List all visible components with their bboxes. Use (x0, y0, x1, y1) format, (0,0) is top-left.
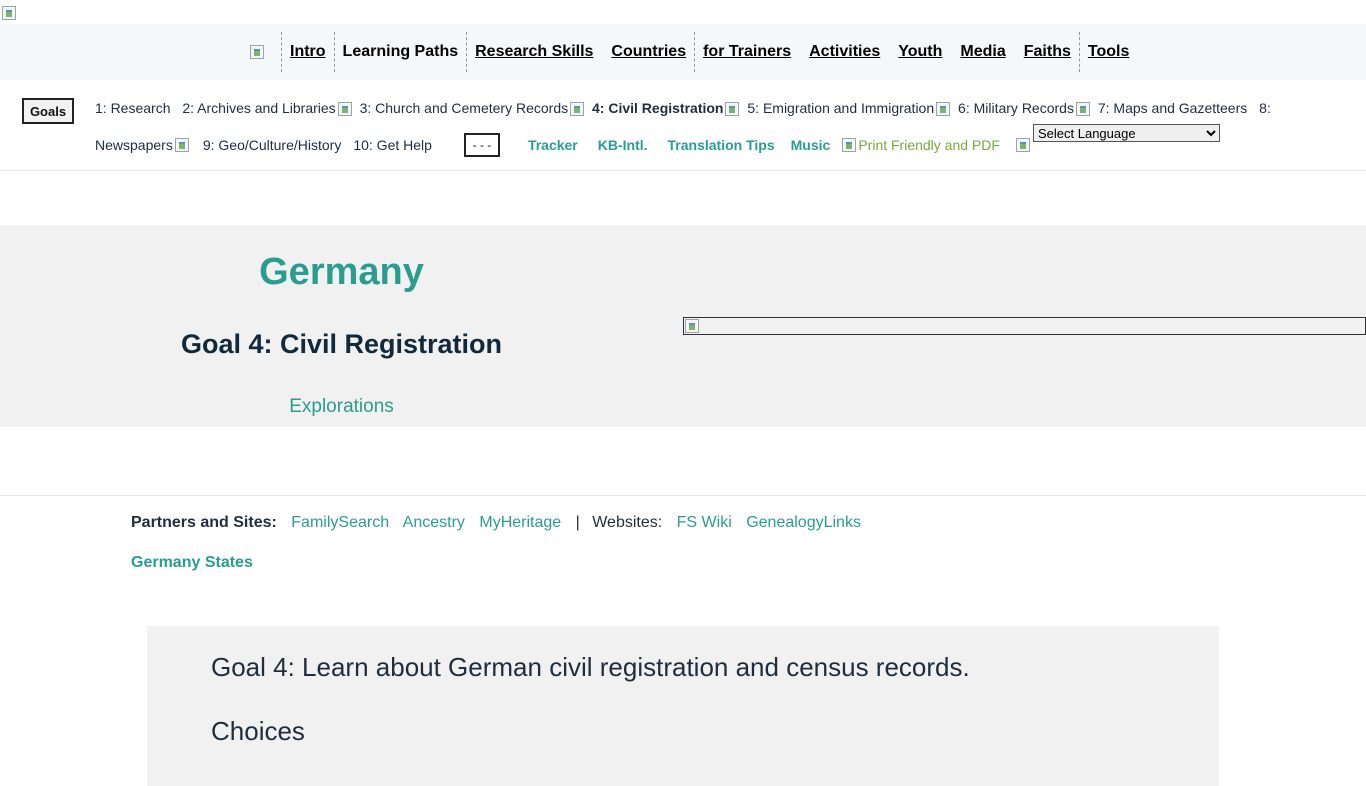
arrow-icon (725, 102, 740, 117)
websites-label: Websites: (592, 514, 663, 531)
goal-link-5[interactable]: 5: Emigration and Immigration (747, 100, 934, 116)
site-logo-image[interactable] (2, 6, 16, 20)
goal-link-6[interactable]: 6: Military Records (958, 100, 1074, 116)
goal-link-3[interactable]: 3: Church and Cemetery Records (360, 100, 569, 116)
goal-link-9[interactable]: 9: Geo/Culture/History (203, 137, 342, 153)
print-icon (842, 138, 857, 152)
nav-media[interactable]: Media (959, 43, 1006, 61)
arrow-icon (174, 138, 189, 152)
arrow-icon (337, 102, 352, 117)
ancestry-link[interactable]: Ancestry (403, 514, 465, 531)
home-icon[interactable] (250, 45, 264, 59)
hero-image (683, 317, 1366, 335)
pipe-separator: | (575, 514, 580, 531)
nav-separator (333, 32, 335, 72)
nav-countries[interactable]: Countries (610, 43, 687, 61)
goals-button[interactable]: Goals (22, 98, 74, 124)
print-friendly-link[interactable]: Print Friendly and PDF (842, 137, 1000, 153)
goals-list-row-1: 1: Research 2: Archives and Libraries 3:… (95, 100, 1279, 117)
more-goals-button[interactable]: - - - (463, 133, 500, 157)
goal-statement: Goal 4: Learn about German civil registr… (211, 652, 970, 682)
tracker-link[interactable]: Tracker (528, 137, 578, 153)
choices-heading: Choices (211, 716, 305, 746)
nav-separator (1078, 32, 1080, 72)
goal-subtitle: Goal 4: Civil Registration (180, 329, 503, 359)
language-select[interactable]: Select Language (1033, 124, 1220, 142)
print-friendly-label: Print Friendly and PDF (858, 137, 1000, 153)
nav-intro[interactable]: Intro (289, 43, 327, 61)
goal-link-2[interactable]: 2: Archives and Libraries (182, 100, 335, 116)
goal-content-box: Goal 4: Learn about German civil registr… (147, 626, 1219, 786)
partners-bar: Partners and Sites: FamilySearch Ancestr… (131, 514, 871, 532)
nav-research-skills[interactable]: Research Skills (474, 43, 594, 61)
goal-link-4[interactable]: 4: Civil Registration (592, 100, 723, 116)
main-navigation-links: Intro Learning Paths Research Skills Cou… (250, 32, 1130, 72)
nav-learning-paths[interactable]: Learning Paths (342, 43, 460, 61)
goal-link-1[interactable]: 1: Research (95, 100, 170, 116)
arrow-icon (936, 102, 951, 117)
goal-link-10[interactable]: 10: Get Help (353, 137, 432, 153)
familysearch-link[interactable]: FamilySearch (291, 514, 389, 531)
kb-intl-link[interactable]: KB-Intl. (598, 137, 648, 153)
nav-tools[interactable]: Tools (1087, 43, 1130, 61)
goal-link-8-number[interactable]: 8: (1259, 100, 1271, 116)
broken-image-icon (685, 319, 699, 333)
main-navigation: Intro Learning Paths Research Skills Cou… (0, 24, 1366, 80)
germany-states-link[interactable]: Germany States (131, 554, 253, 572)
goal-link-7[interactable]: 7: Maps and Gazetteers (1098, 100, 1247, 116)
partners-label: Partners and Sites: (131, 514, 277, 531)
explorations-link[interactable]: Explorations (0, 396, 683, 418)
arrow-icon (1075, 102, 1090, 117)
goals-list-row-2: Newspapers 9: Geo/Culture/History 10: Ge… (95, 133, 1034, 157)
hero-banner: Germany Goal 4: Civil Registration Explo… (0, 225, 1366, 427)
nav-separator (281, 32, 282, 72)
goals-bar: Goals 1: Research 2: Archives and Librar… (0, 80, 1366, 171)
page-title: Germany (259, 251, 424, 293)
nav-separator (466, 32, 468, 72)
goal-link-8[interactable]: Newspapers (95, 137, 173, 153)
fs-wiki-link[interactable]: FS Wiki (677, 514, 732, 531)
translation-tips-link[interactable]: Translation Tips (668, 137, 775, 153)
nav-youth[interactable]: Youth (897, 43, 943, 61)
nav-for-trainers[interactable]: for Trainers (702, 43, 792, 61)
nav-activities[interactable]: Activities (808, 43, 881, 61)
genealogylinks-link[interactable]: GenealogyLinks (746, 514, 861, 531)
music-link[interactable]: Music (791, 137, 831, 153)
nav-faiths[interactable]: Faiths (1023, 43, 1072, 61)
section-divider (0, 495, 1366, 496)
nav-separator (694, 32, 696, 72)
pdf-icon[interactable] (1015, 138, 1030, 152)
arrow-icon (570, 102, 585, 117)
myheritage-link[interactable]: MyHeritage (479, 514, 561, 531)
